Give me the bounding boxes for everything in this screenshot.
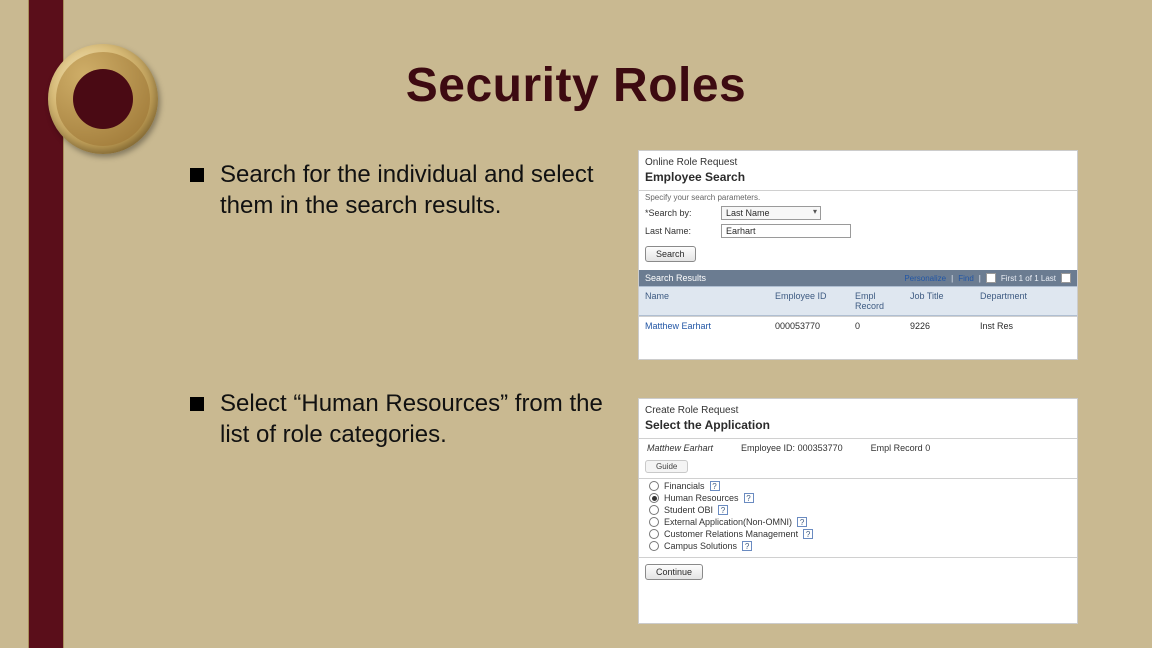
grid-icon[interactable] (986, 273, 996, 283)
breadcrumb: Online Role Request (645, 157, 1071, 168)
searchby-row: *Search by: Last Name (645, 206, 1071, 220)
radio-label: Student OBI (664, 505, 713, 515)
radio-icon (649, 505, 659, 515)
radio-icon (649, 541, 659, 551)
bullet-1: Search for the individual and select the… (190, 160, 620, 221)
screenshot-employee-search: Online Role Request Employee Search Spec… (638, 150, 1078, 360)
cell-emplid: 000053770 (769, 316, 849, 335)
lastname-row: Last Name: Earhart (645, 224, 1071, 238)
results-title: Search Results (645, 273, 706, 283)
radio-label: Human Resources (664, 493, 739, 503)
emplid-value: 000353770 (798, 443, 843, 453)
help-icon[interactable]: ? (718, 505, 728, 515)
col-record: Empl Record (849, 286, 904, 316)
radio-label: External Application(Non-OMNI) (664, 517, 792, 527)
radio-crm[interactable]: Customer Relations Management? (649, 529, 1067, 539)
lastname-value: Earhart (726, 226, 756, 236)
radio-student-obi[interactable]: Student OBI? (649, 505, 1067, 515)
cell-record: 0 (849, 316, 904, 335)
radio-human-resources[interactable]: Human Resources? (649, 493, 1067, 503)
bullet-list: Search for the individual and select the… (190, 160, 620, 451)
radio-campus-solutions[interactable]: Campus Solutions? (649, 541, 1067, 551)
radio-label: Financials (664, 481, 705, 491)
guide-button[interactable]: Guide (645, 460, 688, 473)
emplid-label: Employee ID: (741, 443, 795, 453)
cell-name[interactable]: Matthew Earhart (639, 316, 769, 335)
radio-label: Customer Relations Management (664, 529, 798, 539)
help-icon[interactable]: ? (710, 481, 720, 491)
results-header: Search Results Personalize | Find | Firs… (639, 270, 1077, 286)
employee-name: Matthew Earhart (647, 443, 713, 453)
radio-external-application[interactable]: External Application(Non-OMNI)? (649, 517, 1067, 527)
col-emplid: Employee ID (769, 286, 849, 316)
results-tools: Personalize | Find | First 1 of 1 Last (904, 273, 1071, 283)
radio-label: Campus Solutions (664, 541, 737, 551)
screenshot-select-application: Create Role Request Select the Applicati… (638, 398, 1078, 624)
page-heading: Select the Application (645, 418, 1071, 432)
breadcrumb: Create Role Request (645, 405, 1071, 416)
bullet-2: Select “Human Resources” from the list o… (190, 389, 620, 450)
find-link[interactable]: Find (958, 274, 974, 283)
radio-icon (649, 517, 659, 527)
record-label: Empl Record (871, 443, 923, 453)
cell-job: 9226 (904, 316, 974, 335)
page-heading: Employee Search (645, 170, 1071, 184)
help-icon[interactable]: ? (797, 517, 807, 527)
lastname-label: Last Name: (645, 226, 715, 236)
search-button[interactable]: Search (645, 246, 696, 262)
cell-dept: Inst Res (974, 316, 1077, 335)
record-value: 0 (925, 443, 930, 453)
col-name: Name (639, 286, 769, 316)
pager: First 1 of 1 Last (1001, 274, 1056, 283)
lastname-input[interactable]: Earhart (721, 224, 851, 238)
personalize-link[interactable]: Personalize (904, 274, 946, 283)
slide-title: Security Roles (0, 58, 1152, 113)
help-icon[interactable]: ? (744, 493, 754, 503)
radio-group: Financials? Human Resources? Student OBI… (639, 481, 1077, 551)
instructions: Specify your search parameters. (645, 193, 1071, 202)
radio-icon (649, 493, 659, 503)
download-icon[interactable] (1061, 273, 1071, 283)
help-icon[interactable]: ? (803, 529, 813, 539)
searchby-label: *Search by: (645, 208, 715, 218)
slide: Security Roles Search for the individual… (0, 0, 1152, 648)
searchby-value: Last Name (726, 208, 770, 218)
table-header: Name Employee ID Empl Record Job Title D… (639, 286, 1077, 316)
radio-icon (649, 529, 659, 539)
searchby-select[interactable]: Last Name (721, 206, 821, 220)
continue-button[interactable]: Continue (645, 564, 703, 580)
col-job: Job Title (904, 286, 974, 316)
radio-icon (649, 481, 659, 491)
radio-financials[interactable]: Financials? (649, 481, 1067, 491)
col-dept: Department (974, 286, 1077, 316)
table-row[interactable]: Matthew Earhart 000053770 0 9226 Inst Re… (639, 316, 1077, 335)
help-icon[interactable]: ? (742, 541, 752, 551)
employee-info: Matthew Earhart Employee ID: 000353770 E… (647, 443, 1069, 453)
